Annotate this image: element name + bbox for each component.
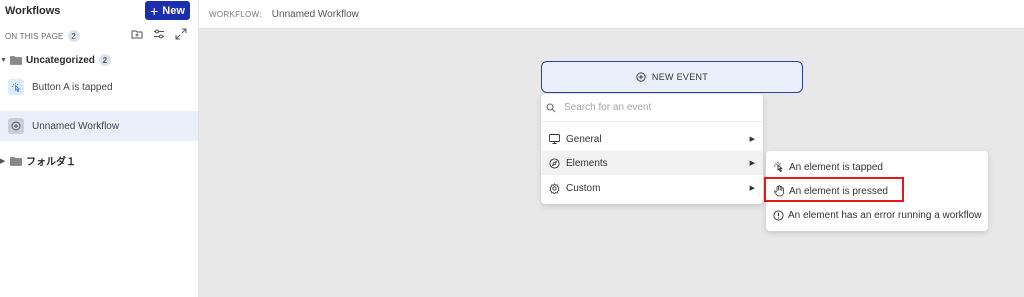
event-search (541, 94, 763, 122)
folder-icon (10, 55, 22, 65)
tap-icon (773, 161, 785, 173)
filter-icon[interactable] (153, 28, 165, 40)
folder-icon (10, 156, 22, 166)
on-this-page-count: 2 (67, 30, 80, 42)
folder-japanese[interactable]: ▶ フォルダ１ (0, 153, 76, 168)
event-dropdown: General ▶ Elements ▶ Custom ▶ (541, 94, 763, 204)
chevron-right-icon: ▶ (749, 136, 755, 143)
plus-icon: + (150, 2, 159, 19)
new-button-label: New (162, 4, 185, 17)
on-this-page: ON THIS PAGE 2 (5, 30, 80, 42)
chevron-right-icon: ▶ (749, 185, 755, 192)
menu-item-custom[interactable]: Custom ▶ (541, 176, 763, 200)
submenu-item-label: An element has an error running a workfl… (788, 209, 982, 221)
workflow-item-label: Button A is tapped (32, 81, 113, 93)
search-icon (546, 103, 556, 113)
folder-count: 2 (98, 54, 111, 66)
caret-down-icon: ▼ (0, 56, 7, 64)
plus-circle-icon (8, 118, 24, 134)
menu-item-general[interactable]: General ▶ (541, 127, 763, 151)
workflow-name[interactable]: Unnamed Workflow (272, 9, 359, 20)
workflow-item-unnamed[interactable]: Unnamed Workflow (0, 111, 198, 141)
new-folder-icon[interactable] (131, 28, 143, 40)
submenu-item-element-tapped[interactable]: An element is tapped (766, 155, 988, 179)
folder-uncategorized[interactable]: ▼ Uncategorized 2 (0, 54, 111, 66)
folder-label: フォルダ１ (26, 157, 76, 168)
submenu-item-element-error[interactable]: An element has an error running a workfl… (766, 203, 988, 227)
workflow-item-button-a[interactable]: Button A is tapped (0, 72, 198, 102)
workflow-item-label: Unnamed Workflow (32, 120, 120, 132)
compass-icon (549, 157, 560, 169)
tap-icon (8, 79, 24, 95)
plus-circle-icon (636, 72, 646, 82)
event-search-input[interactable] (564, 102, 744, 113)
menu-item-elements[interactable]: Elements ▶ (541, 151, 763, 175)
new-event-button[interactable]: NEW EVENT (541, 61, 803, 93)
new-workflow-button[interactable]: + New (145, 1, 190, 20)
menu-item-label: General (566, 133, 602, 145)
workflow-label: WORKFLOW: (209, 9, 262, 19)
submenu-item-label: An element is tapped (789, 161, 883, 173)
monitor-icon (549, 134, 560, 144)
new-event-label: NEW EVENT (651, 72, 709, 82)
menu-item-label: Elements (566, 157, 608, 169)
expand-icon[interactable] (175, 28, 187, 40)
caret-right-icon: ▶ (0, 157, 6, 165)
highlight-box (764, 177, 904, 202)
sidebar-tools (131, 28, 187, 40)
chevron-right-icon: ▶ (749, 160, 755, 167)
on-this-page-label: ON THIS PAGE (5, 31, 64, 41)
error-icon (773, 209, 784, 221)
sidebar: Workflows + New ON THIS PAGE 2 ▼ Uncateg… (0, 0, 199, 297)
gear-icon (549, 182, 560, 194)
sidebar-title: Workflows (5, 5, 61, 17)
folder-label: Uncategorized (26, 54, 95, 66)
workflow-header: WORKFLOW: Unnamed Workflow (199, 0, 1024, 29)
menu-item-label: Custom (566, 182, 601, 194)
